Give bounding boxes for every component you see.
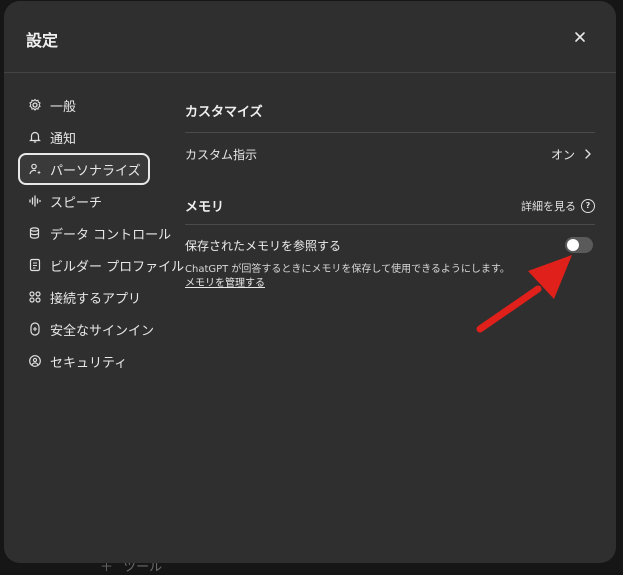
custom-instructions-label: カスタム指示 <box>185 147 258 162</box>
key-icon <box>28 322 42 336</box>
sidebar-item-speech[interactable]: スピーチ <box>18 185 152 217</box>
sidebar-item-label: 通知 <box>50 131 77 147</box>
sidebar-item-builder-profile[interactable]: ビルダー プロファイル <box>18 249 184 281</box>
sidebar-item-label: ビルダー プロファイル <box>50 259 185 275</box>
close-icon <box>575 32 585 42</box>
chevron-right-icon <box>585 149 591 159</box>
close-button[interactable] <box>570 27 590 47</box>
sidebar-item-personalize[interactable]: パーソナライズ <box>18 153 150 185</box>
id-card-icon <box>28 258 42 272</box>
sidebar-item-connected-apps[interactable]: 接続するアプリ <box>18 281 152 313</box>
sidebar-item-label: 安全なサインイン <box>50 323 155 339</box>
sidebar-item-security[interactable]: セキュリティ <box>18 345 152 377</box>
person-sparkle-icon <box>28 162 42 176</box>
sidebar-item-label: 接続するアプリ <box>50 291 142 307</box>
settings-sidebar: 一般 通知 パーソナライズ スピーチ データ コントロール ビルダー プロファイ… <box>18 89 184 377</box>
memory-section-header: メモリ 詳細を見る ? <box>185 187 595 225</box>
help-icon: ? <box>581 198 595 213</box>
database-icon <box>28 226 42 240</box>
sidebar-item-notifications[interactable]: 通知 <box>18 121 152 153</box>
sidebar-item-label: セキュリティ <box>50 355 128 371</box>
gear-icon <box>28 98 42 112</box>
modal-title: 設定 <box>26 31 59 50</box>
custom-instructions-row[interactable]: カスタム指示 オン <box>185 133 595 175</box>
sidebar-item-secure-signin[interactable]: 安全なサインイン <box>18 313 155 345</box>
sidebar-item-label: データ コントロール <box>50 227 172 243</box>
custom-instructions-status: オン <box>550 147 575 162</box>
custom-instructions-value[interactable]: オン <box>551 146 595 163</box>
waveform-icon <box>28 194 42 208</box>
reference-memory-label: 保存されたメモリを参照する <box>185 238 342 253</box>
sidebar-item-label: 一般 <box>50 99 77 115</box>
modal-header: 設定 <box>4 1 616 73</box>
details-label: 詳細を見る <box>521 199 576 213</box>
memory-section-title: メモリ <box>185 200 225 215</box>
sidebar-item-label: パーソナライズ <box>50 163 141 179</box>
apps-grid-icon <box>28 290 42 304</box>
details-link[interactable]: 詳細を見る ? <box>521 198 595 214</box>
sidebar-item-label: スピーチ <box>50 195 103 211</box>
shield-icon <box>28 354 42 368</box>
customize-section-title: カスタマイズ <box>185 89 595 133</box>
sidebar-item-general[interactable]: 一般 <box>18 89 152 121</box>
settings-modal: 設定 一般 通知 パーソナライズ スピーチ データ コントロール ビルダー プロ… <box>4 1 616 563</box>
bell-icon <box>28 130 42 144</box>
red-arrow-annotation <box>476 255 572 333</box>
sidebar-item-data-controls[interactable]: データ コントロール <box>18 217 171 249</box>
